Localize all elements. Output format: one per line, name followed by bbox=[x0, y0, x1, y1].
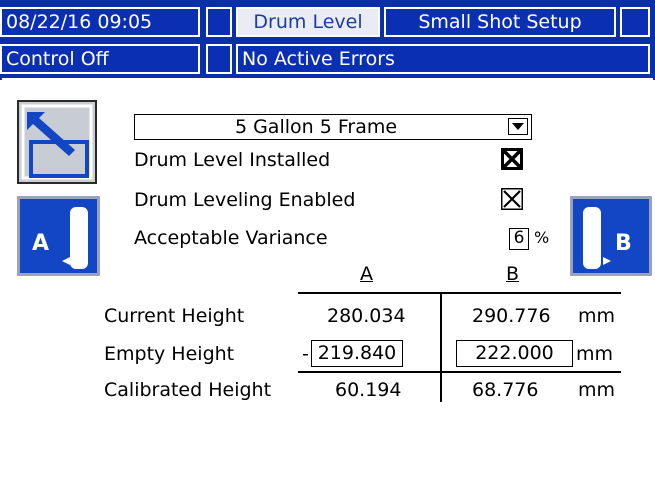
empty-height-label: Empty Height bbox=[104, 343, 235, 365]
header-spacer-3 bbox=[206, 44, 232, 74]
acceptable-variance-label: Acceptable Variance bbox=[134, 227, 328, 249]
side-b-button[interactable]: B bbox=[570, 196, 652, 276]
empty-height-unit: mm bbox=[576, 343, 614, 365]
diagonal-arrow-icon bbox=[21, 104, 93, 180]
empty-height-a-input[interactable]: 219.840 bbox=[311, 340, 403, 367]
side-a-button[interactable]: A bbox=[17, 196, 100, 276]
table-column-divider bbox=[440, 292, 442, 402]
control-status: Control Off bbox=[0, 44, 200, 74]
drum-type-dropdown[interactable]: 5 Gallon 5 Frame bbox=[134, 114, 532, 140]
current-height-a: 280.034 bbox=[327, 305, 406, 327]
current-height-label: Current Height bbox=[104, 305, 245, 327]
side-b-label: B bbox=[615, 231, 632, 256]
table-top-divider bbox=[298, 292, 621, 294]
header-spacer-2 bbox=[620, 7, 650, 37]
column-header-b: B bbox=[506, 263, 520, 285]
calibrated-height-b: 68.776 bbox=[472, 379, 539, 401]
column-header-a: A bbox=[360, 263, 373, 285]
current-height-b: 290.776 bbox=[472, 305, 551, 327]
variance-unit: % bbox=[534, 228, 550, 247]
drum-a-icon bbox=[62, 207, 88, 269]
drum-level-installed-label: Drum Level Installed bbox=[134, 149, 331, 171]
empty-height-b-input[interactable]: 222.000 bbox=[456, 340, 573, 367]
calibrated-height-unit: mm bbox=[578, 379, 616, 401]
calibrated-height-label: Calibrated Height bbox=[104, 379, 272, 401]
drum-leveling-enabled-checkbox[interactable] bbox=[501, 188, 523, 210]
current-height-unit: mm bbox=[578, 305, 616, 327]
drum-level-installed-checkbox[interactable] bbox=[501, 148, 523, 170]
drum-b-icon bbox=[583, 207, 611, 269]
error-status: No Active Errors bbox=[236, 44, 650, 74]
tab-drum-level[interactable]: Drum Level bbox=[236, 7, 380, 37]
table-middle-divider bbox=[298, 371, 621, 373]
exit-screen-button[interactable] bbox=[17, 100, 97, 184]
empty-height-prefix: - bbox=[302, 343, 309, 365]
tab-small-shot-setup[interactable]: Small Shot Setup bbox=[384, 7, 616, 37]
drum-type-value: 5 Gallon 5 Frame bbox=[234, 116, 398, 138]
chevron-down-icon bbox=[508, 118, 528, 135]
variance-input[interactable]: 6 bbox=[509, 228, 529, 250]
header-spacer-1 bbox=[206, 7, 232, 37]
drum-leveling-enabled-label: Drum Leveling Enabled bbox=[134, 189, 356, 211]
calibrated-height-a: 60.194 bbox=[335, 379, 402, 401]
side-a-label: A bbox=[32, 231, 50, 256]
datetime-display: 08/22/16 09:05 bbox=[0, 7, 200, 37]
